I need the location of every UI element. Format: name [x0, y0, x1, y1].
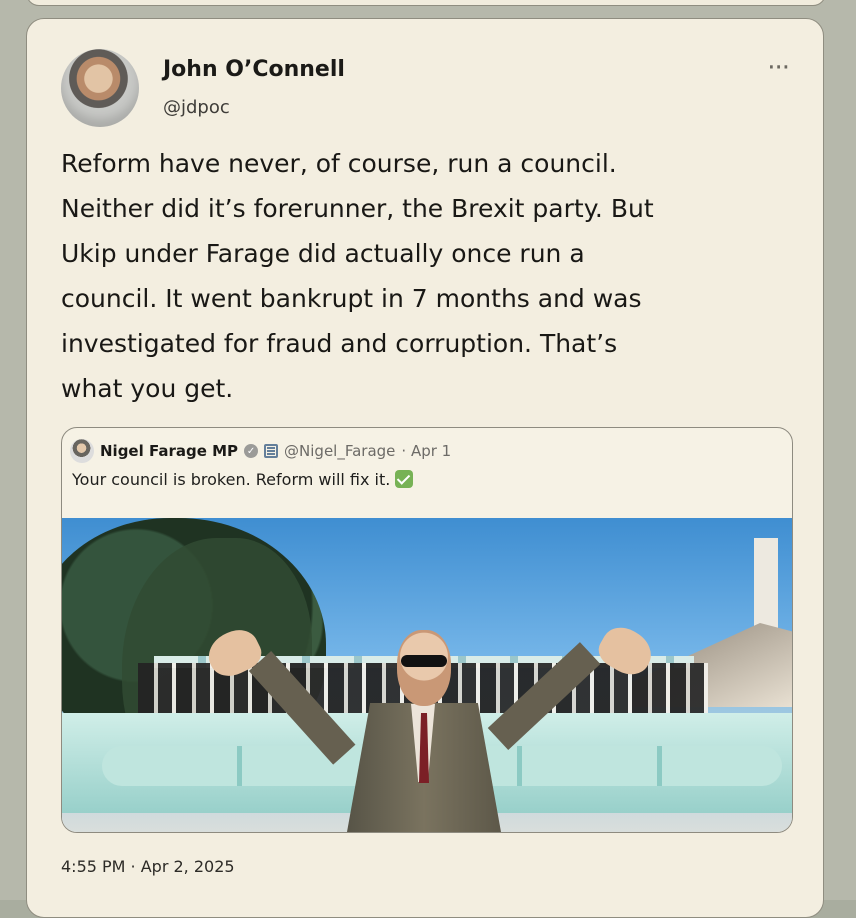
head [397, 630, 451, 706]
quoted-tweet-date: · Apr 1 [401, 442, 452, 460]
quoted-tweet-photo[interactable] [62, 518, 792, 832]
verified-badge-icon: ✓ [244, 444, 259, 458]
tweet-text: Reform have never, of course, run a coun… [61, 149, 654, 403]
screenshot-page: John O’Connell @jdpoc ··· Reform have ne… [0, 0, 856, 918]
quoted-author-handle[interactable]: @Nigel_Farage [284, 442, 395, 460]
man-in-suit [347, 630, 501, 832]
quoted-tweet-header: Nigel Farage MP ✓ @Nigel_Farage · Apr 1 [70, 438, 451, 464]
tweet-card[interactable]: John O’Connell @jdpoc ··· Reform have ne… [26, 18, 824, 918]
quoted-tweet-text-content: Your council is broken. Reform will fix … [72, 470, 391, 489]
previous-card-edge [26, 0, 826, 6]
author-name[interactable]: John O’Connell [163, 57, 345, 82]
author-avatar[interactable] [61, 49, 139, 127]
quoted-tweet[interactable]: Nigel Farage MP ✓ @Nigel_Farage · Apr 1 … [61, 427, 793, 833]
quoted-author-avatar[interactable] [70, 439, 94, 463]
quoted-author-name[interactable]: Nigel Farage MP [100, 442, 238, 460]
tweet-timestamp[interactable]: 4:55 PM · Apr 2, 2025 [61, 857, 235, 876]
author-handle[interactable]: @jdpoc [163, 97, 230, 118]
government-label-icon [264, 444, 279, 458]
more-options-icon[interactable]: ··· [767, 53, 790, 83]
sunglasses [401, 655, 447, 667]
quoted-tweet-text: Your council is broken. Reform will fix … [72, 470, 414, 489]
check-mark-icon [395, 470, 414, 488]
